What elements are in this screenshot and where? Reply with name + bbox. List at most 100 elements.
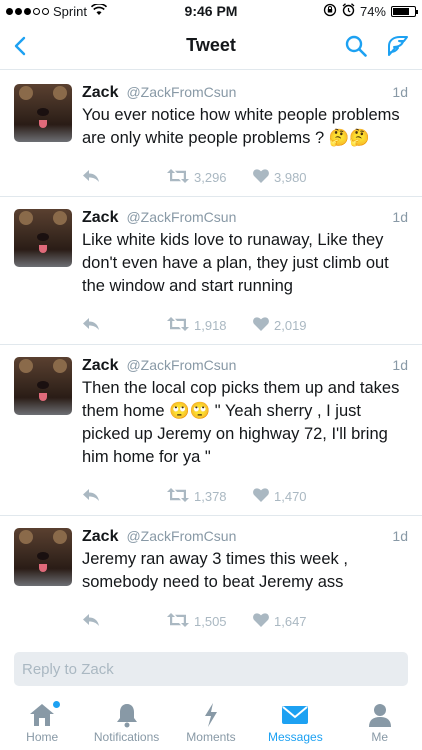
like-button[interactable]: 1,647 xyxy=(253,612,307,630)
nav-bar: Tweet xyxy=(0,22,422,70)
reply-icon xyxy=(82,317,100,334)
like-count: 2,019 xyxy=(274,317,307,333)
tweet-feed[interactable]: Zack @ZackFromCsun 1d You ever notice ho… xyxy=(0,72,422,640)
carrier-name: Sprint xyxy=(53,3,87,19)
avatar[interactable] xyxy=(14,84,72,142)
tweet-author-name[interactable]: Zack xyxy=(82,209,118,227)
envelope-icon xyxy=(281,700,309,730)
reply-icon xyxy=(82,613,100,630)
heart-icon xyxy=(253,612,269,630)
battery-icon xyxy=(391,5,418,17)
avatar[interactable] xyxy=(14,209,72,267)
retweet-icon xyxy=(167,316,189,334)
like-count: 1,647 xyxy=(274,613,307,629)
retweet-icon xyxy=(167,487,189,505)
tweet-item[interactable]: Zack @ZackFromCsun 1d Like white kids lo… xyxy=(0,197,422,345)
status-right: 74% xyxy=(323,2,418,20)
heart-icon xyxy=(253,487,269,505)
tweet-body: Zack @ZackFromCsun 1d Jeremy ran away 3 … xyxy=(82,528,408,630)
tweet-text: Then the local cop picks them up and tak… xyxy=(82,379,400,466)
tweet-text: Like white kids love to runaway, Like th… xyxy=(82,231,389,295)
retweet-count: 1,505 xyxy=(194,613,227,629)
tweet-body: Zack @ZackFromCsun 1d Then the local cop… xyxy=(82,357,408,505)
tweet-author-name[interactable]: Zack xyxy=(82,84,118,102)
tweet-item[interactable]: Zack @ZackFromCsun 1d You ever notice ho… xyxy=(0,72,422,197)
tweet-author-handle[interactable]: @ZackFromCsun xyxy=(126,209,236,225)
tab-label: Me xyxy=(371,730,389,744)
like-button[interactable]: 1,470 xyxy=(253,487,307,505)
retweet-button[interactable]: 1,505 xyxy=(167,612,253,630)
status-left: Sprint xyxy=(6,2,108,19)
heart-icon xyxy=(253,316,269,334)
tweet-timestamp: 1d xyxy=(392,357,408,373)
page-title: Tweet xyxy=(186,35,236,55)
search-icon[interactable] xyxy=(342,32,370,60)
battery-percent: 74% xyxy=(359,3,386,19)
retweet-button[interactable]: 1,918 xyxy=(167,316,253,334)
tab-home[interactable]: Home xyxy=(0,700,84,744)
tweet-actions: 3,296 3,980 xyxy=(82,168,408,186)
tweet-item[interactable]: Zack @ZackFromCsun 1d Jeremy ran away 3 … xyxy=(0,516,422,640)
tweet-timestamp: 1d xyxy=(392,528,408,544)
reply-input[interactable]: Reply to Zack xyxy=(14,652,408,686)
tab-notifications[interactable]: Notifications xyxy=(85,700,169,744)
bell-icon xyxy=(115,700,139,730)
reply-button[interactable] xyxy=(82,613,167,630)
back-chevron-icon[interactable] xyxy=(8,32,32,60)
tweet-author-handle[interactable]: @ZackFromCsun xyxy=(126,528,236,544)
tweet-body: Zack @ZackFromCsun 1d Like white kids lo… xyxy=(82,209,408,334)
retweet-count: 1,378 xyxy=(194,488,227,504)
status-bar: Sprint 9:46 PM 74% xyxy=(0,0,422,22)
tweet-body: Zack @ZackFromCsun 1d You ever notice ho… xyxy=(82,84,408,186)
tab-label: Notifications xyxy=(93,730,160,744)
tweet-text: Jeremy ran away 3 times this week , some… xyxy=(82,550,348,591)
tweet-header: Zack @ZackFromCsun 1d xyxy=(82,357,408,375)
tweet-header: Zack @ZackFromCsun 1d xyxy=(82,528,408,546)
retweet-count: 3,296 xyxy=(194,169,227,185)
rotation-lock-icon xyxy=(323,3,337,20)
tab-messages[interactable]: Messages xyxy=(253,700,337,744)
home-icon xyxy=(28,700,61,730)
like-button[interactable]: 3,980 xyxy=(253,168,307,186)
retweet-icon xyxy=(167,168,189,186)
reply-icon xyxy=(82,169,100,186)
tab-bar: Home Notifications Moments Messages Me xyxy=(0,696,422,750)
tweet-header: Zack @ZackFromCsun 1d xyxy=(82,84,408,102)
tweet-text: You ever notice how white people problem… xyxy=(82,106,400,147)
reply-button[interactable] xyxy=(82,169,167,186)
tab-moments[interactable]: Moments xyxy=(169,700,253,744)
tweet-actions: 1,505 1,647 xyxy=(82,612,408,630)
nav-actions xyxy=(342,32,412,60)
tweet-item[interactable]: Zack @ZackFromCsun 1d Then the local cop… xyxy=(0,345,422,516)
tab-me[interactable]: Me xyxy=(338,700,422,744)
compose-tweet-icon[interactable] xyxy=(384,32,412,60)
retweet-icon xyxy=(167,612,189,630)
tweet-author-handle[interactable]: @ZackFromCsun xyxy=(126,84,236,100)
retweet-button[interactable]: 1,378 xyxy=(167,487,253,505)
tab-label: Moments xyxy=(186,730,236,744)
tweet-header: Zack @ZackFromCsun 1d xyxy=(82,209,408,227)
heart-icon xyxy=(253,168,269,186)
tab-label: Messages xyxy=(268,730,323,744)
tweet-timestamp: 1d xyxy=(392,209,408,225)
tweet-timestamp: 1d xyxy=(392,84,408,100)
alarm-icon xyxy=(342,2,355,20)
tweet-actions: 1,378 1,470 xyxy=(82,487,408,505)
retweet-button[interactable]: 3,296 xyxy=(167,168,253,186)
reply-button[interactable] xyxy=(82,488,167,505)
tweet-author-name[interactable]: Zack xyxy=(82,357,118,375)
tweet-author-name[interactable]: Zack xyxy=(82,528,118,546)
tweet-actions: 1,918 2,019 xyxy=(82,316,408,334)
reply-button[interactable] xyxy=(82,317,167,334)
like-button[interactable]: 2,019 xyxy=(253,316,307,334)
tweet-author-handle[interactable]: @ZackFromCsun xyxy=(126,357,236,373)
avatar[interactable] xyxy=(14,528,72,586)
reply-icon xyxy=(82,488,100,505)
tab-label: Home xyxy=(26,730,59,744)
person-icon xyxy=(368,700,392,730)
signal-strength-icon xyxy=(6,7,49,15)
avatar[interactable] xyxy=(14,357,72,415)
notification-dot xyxy=(53,701,61,708)
like-count: 3,980 xyxy=(274,169,307,185)
like-count: 1,470 xyxy=(274,488,307,504)
